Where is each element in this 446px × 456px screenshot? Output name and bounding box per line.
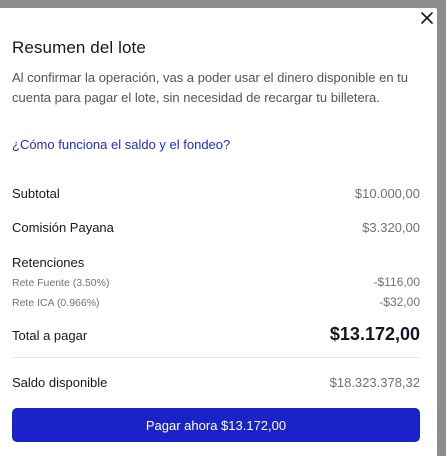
withholding-value: -$116,00 <box>373 275 420 289</box>
total-row: Total a pagar $13.172,00 <box>12 324 420 345</box>
withholdings-header: Retenciones <box>12 255 420 270</box>
close-icon <box>419 10 435 26</box>
withholding-row: Rete ICA (0.966%) -$32,00 <box>12 295 420 309</box>
pay-now-button[interactable]: Pagar ahora $13.172,00 <box>12 408 420 442</box>
withholding-label: Rete ICA (0.966%) <box>12 297 100 309</box>
withholding-label: Rete Fuente (3.50%) <box>12 277 110 289</box>
close-button[interactable] <box>419 10 435 26</box>
withholding-value: -$32,00 <box>379 295 420 309</box>
withholdings-label: Retenciones <box>12 255 85 270</box>
commission-value: $3.320,00 <box>362 220 420 235</box>
subtotal-row: Subtotal $10.000,00 <box>12 186 420 201</box>
subtotal-label: Subtotal <box>12 186 60 201</box>
commission-row: Comisión Payana $3.320,00 <box>12 220 420 235</box>
modal-title: Resumen del lote <box>12 38 146 57</box>
modal-description: Al confirmar la operación, vas a poder u… <box>12 70 409 105</box>
balance-row: Saldo disponible $18.323.378,32 <box>12 375 420 390</box>
subtotal-value: $10.000,00 <box>354 186 420 201</box>
commission-label: Comisión Payana <box>12 220 114 235</box>
withholding-row: Rete Fuente (3.50%) -$116,00 <box>12 275 420 289</box>
total-label: Total a pagar <box>12 328 88 343</box>
balance-value: $18.323.378,32 <box>329 375 420 390</box>
balance-label: Saldo disponible <box>12 375 108 390</box>
help-link[interactable]: ¿Cómo funciona el saldo y el fondeo? <box>12 137 230 152</box>
divider <box>12 357 420 358</box>
batch-summary-modal: Resumen del lote Al confirmar la operaci… <box>0 8 437 456</box>
total-value: $13.172,00 <box>329 324 420 344</box>
